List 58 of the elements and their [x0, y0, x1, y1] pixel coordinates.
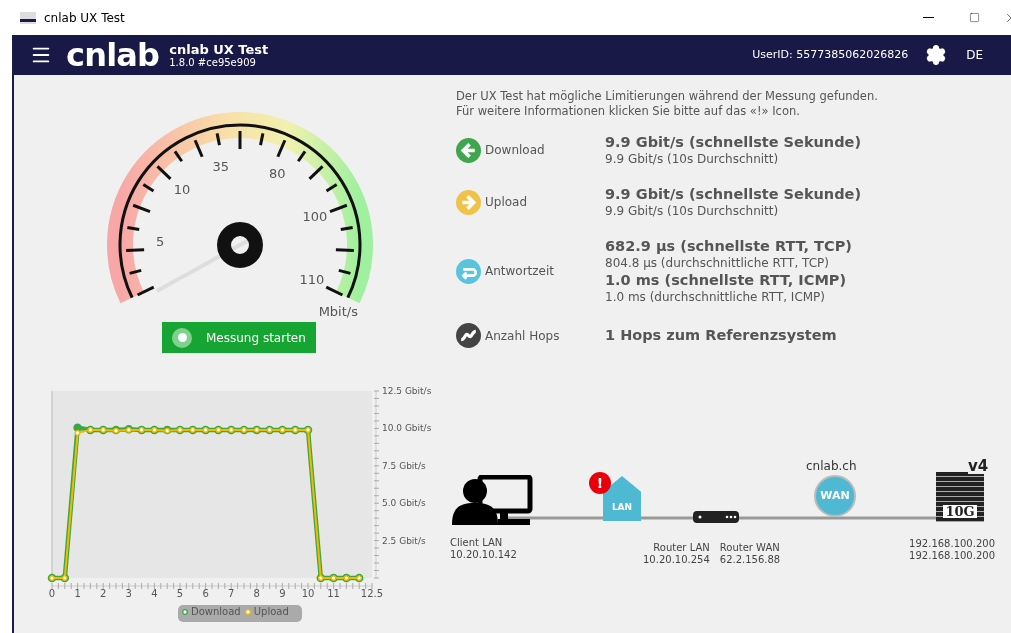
gauge-scale-label: 100 — [302, 208, 328, 227]
gauge-scale-label: 5 — [155, 233, 165, 252]
wan-globe: WAN — [814, 475, 856, 517]
gauge-scale-label: 80 — [269, 165, 286, 184]
x-tick-label: 7 — [228, 589, 235, 599]
gauge-scale-label: 35 — [212, 158, 229, 177]
metric-detail: 9.9 Gbit/s (10s Durchschnitt) — [605, 152, 780, 167]
logo: cnlab — [66, 39, 160, 71]
metric-value: 1 Hops zum Referenzsystem — [605, 326, 837, 345]
x-tick-label: 5 — [176, 589, 184, 599]
x-tick-label: 4 — [151, 589, 158, 599]
metric-detail: 804.8 µs (durchschnittliche RTT, TCP) — [605, 256, 830, 271]
notice-text: Für weitere Informationen klicken Sie bitte auf das «!» Icon. — [456, 104, 801, 119]
metric-value: 1.0 ms (schnellste RTT, ICMP) — [605, 271, 848, 290]
x-tick-label: 1 — [74, 589, 81, 599]
metric-detail: 9.9 Gbit/s (10s Durchschnitt) — [605, 204, 780, 219]
x-tick-label: 9 — [279, 589, 286, 599]
ip-version-label: v4 — [968, 459, 989, 474]
ip-address: 192.168.100.200 — [909, 538, 995, 550]
user-id: UserID: 5577385062026826 — [752, 46, 909, 63]
y-tick-label: 2.5 Gbit/s — [382, 536, 426, 546]
window-title: cnlab UX Test — [44, 9, 125, 27]
host-label: cnlab.ch — [806, 458, 857, 475]
metric-label: Antwortzeit — [485, 263, 555, 280]
node-label: Client LAN — [450, 537, 504, 549]
metric-label: Upload — [485, 194, 528, 211]
notice-text: Der UX Test hat mögliche Limitierungen während der Messung gefunden. — [456, 89, 879, 104]
metric-value: 9.9 Gbit/s (schnellste Sekunde) — [605, 133, 861, 152]
node-label: Router LAN — [653, 542, 710, 554]
version-label: 1.8.0 #ce95e909 — [169, 57, 257, 68]
metric-detail: 1.0 ms (durchschnittliche RTT, ICMP) — [605, 290, 827, 305]
y-tick-label: 12.5 Gbit/s — [382, 386, 432, 396]
metric-label: Anzahl Hops — [485, 327, 560, 345]
metric-value: 9.9 Gbit/s (schnellste Sekunde) — [605, 185, 861, 204]
y-tick-label: 7.5 Gbit/s — [382, 461, 426, 471]
lan-house: LAN — [603, 476, 641, 521]
x-tick-label: 8 — [253, 589, 260, 599]
x-tick-label: 0 — [48, 589, 56, 599]
x-tick-label: 12.5 — [360, 589, 384, 599]
server-rack: 10G — [936, 472, 984, 522]
metric-label: Download — [485, 142, 545, 159]
x-tick-label: 10 — [301, 589, 315, 599]
gauge-scale-label: 110 — [299, 271, 325, 290]
x-tick-label: 2 — [100, 589, 107, 599]
gauge-scale-label: 10 — [173, 181, 191, 200]
x-tick-label: 6 — [202, 589, 209, 599]
x-tick-label: 3 — [125, 589, 132, 599]
x-tick-label: 11 — [327, 589, 340, 599]
y-tick-label: 5.0 Gbit/s — [382, 498, 426, 508]
gauge-unit-label: Mbit/s — [318, 303, 358, 321]
app-title: cnlab UX Test — [169, 42, 269, 56]
ip-address: 10.20.10.254 — [643, 554, 710, 566]
ip-address: 62.2.156.88 — [719, 554, 781, 566]
ip-address: 10.20.10.142 — [450, 549, 517, 561]
metric-value: 682.9 µs (schnellste RTT, TCP) — [605, 237, 852, 256]
ip-address: 192.168.100.200 — [909, 550, 995, 562]
y-tick-label: 10.0 Gbit/s — [382, 423, 432, 433]
node-label: Router WAN — [719, 542, 780, 554]
